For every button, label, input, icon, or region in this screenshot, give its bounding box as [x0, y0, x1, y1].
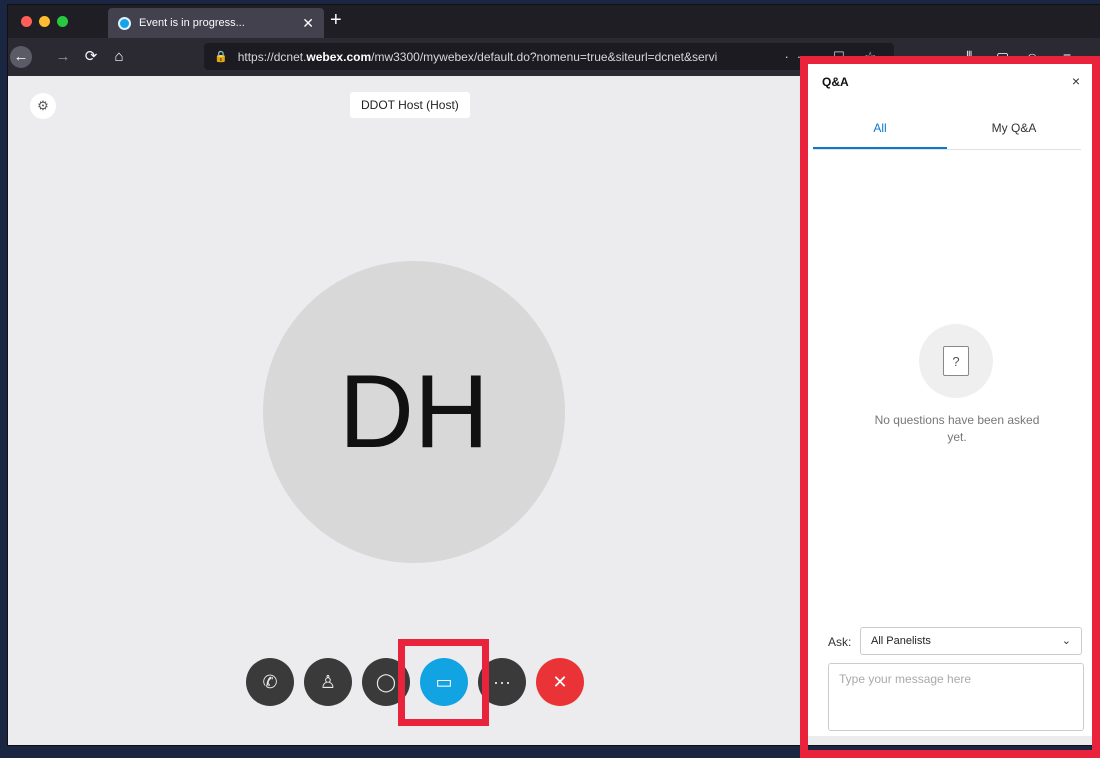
new-tab-button[interactable]: + — [330, 10, 342, 30]
url-bar[interactable]: 🔒 https://dcnet.webex.com/mw3300/mywebex… — [204, 43, 894, 70]
minimize-window-button[interactable] — [39, 16, 50, 27]
host-name-label: DDOT Host (Host) — [350, 92, 470, 118]
tab-close-icon[interactable]: ✕ — [302, 15, 314, 32]
leave-event-button[interactable]: ✕ — [536, 658, 584, 706]
tab-title: Event is in progress... — [139, 17, 245, 29]
reload-icon[interactable]: ⟳ — [80, 46, 102, 68]
tab-bar: Event is in progress... ✕ + — [8, 5, 1100, 38]
qa-button-highlight — [398, 639, 489, 726]
qa-panel-highlight — [800, 56, 1100, 758]
webex-favicon-icon — [118, 16, 131, 30]
home-icon[interactable]: ⌂ — [108, 46, 130, 68]
url-text: https://dcnet.webex.com/mw3300/mywebex/d… — [237, 49, 718, 64]
avatar: DH — [263, 261, 565, 563]
back-icon[interactable]: ← — [10, 46, 32, 68]
audio-phone-button[interactable]: ✆ — [246, 658, 294, 706]
close-window-button[interactable] — [21, 16, 32, 27]
lock-icon: 🔒 — [214, 51, 228, 63]
settings-icon[interactable]: ⚙ — [30, 93, 56, 119]
browser-tab[interactable]: Event is in progress... ✕ — [108, 8, 324, 38]
maximize-window-button[interactable] — [57, 16, 68, 27]
forward-icon[interactable]: → — [52, 46, 74, 68]
participants-button[interactable]: ♙ — [304, 658, 352, 706]
